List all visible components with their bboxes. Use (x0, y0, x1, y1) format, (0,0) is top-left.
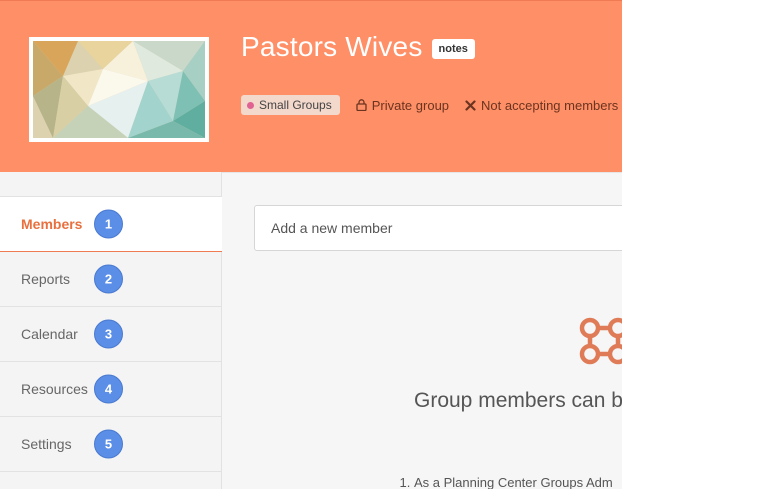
sidebar-item-label: Resources (21, 381, 88, 397)
privacy-status: Private group (356, 98, 449, 113)
sidebar-item-resources[interactable]: Resources 4 (0, 362, 221, 417)
members-panel: Group members can be ways: As a Planning… (222, 172, 622, 489)
close-icon (465, 99, 476, 111)
tag-color-dot (247, 101, 254, 109)
sidebar-spacer (0, 172, 221, 197)
tag-label: Small Groups (259, 98, 332, 112)
empty-state-list: As a Planning Center Groups Adm (400, 475, 613, 489)
group-cover-image[interactable] (29, 37, 209, 142)
sidebar-item-label: Members (21, 216, 83, 232)
group-sidebar: Members 1 Reports 2 Calendar 3 Resources… (0, 172, 222, 489)
step-badge: 5 (94, 429, 123, 459)
privacy-label: Private group (371, 97, 450, 113)
group-type-tag[interactable]: Small Groups (241, 95, 340, 115)
groups-app: Pastors Wives notes Small Groups Private… (0, 0, 622, 489)
sidebar-item-label: Calendar (21, 326, 78, 342)
empty-state-heading: Group members can be ways: (414, 389, 622, 412)
notes-badge[interactable]: notes (431, 39, 475, 59)
sidebar-item-label: Reports (21, 271, 71, 287)
groups-icon (579, 317, 622, 365)
sidebar-item-settings[interactable]: Settings 5 (0, 417, 221, 472)
group-title: Pastors Wives (241, 31, 423, 62)
sidebar-item-label: Settings (21, 436, 72, 452)
list-item: As a Planning Center Groups Adm (414, 475, 613, 489)
lock-icon (356, 99, 367, 111)
sidebar-item-calendar[interactable]: Calendar 3 (0, 307, 221, 362)
cover-image-art (33, 41, 205, 138)
step-badge: 1 (94, 209, 123, 239)
step-badge: 2 (94, 264, 123, 294)
sidebar-item-members[interactable]: Members 1 (0, 197, 222, 252)
add-member-input[interactable] (254, 205, 622, 251)
enrollment-label: Not accepting members (481, 97, 619, 113)
group-header: Pastors Wives notes Small Groups Private… (0, 0, 622, 172)
title-row: Pastors Wives notes (241, 31, 475, 63)
step-badge: 3 (94, 319, 123, 349)
sidebar-item-reports[interactable]: Reports 2 (0, 252, 221, 307)
step-badge: 4 (94, 374, 123, 404)
group-meta: Small Groups Private group Not accepting… (241, 95, 618, 115)
enrollment-status: Not accepting members (465, 98, 618, 113)
